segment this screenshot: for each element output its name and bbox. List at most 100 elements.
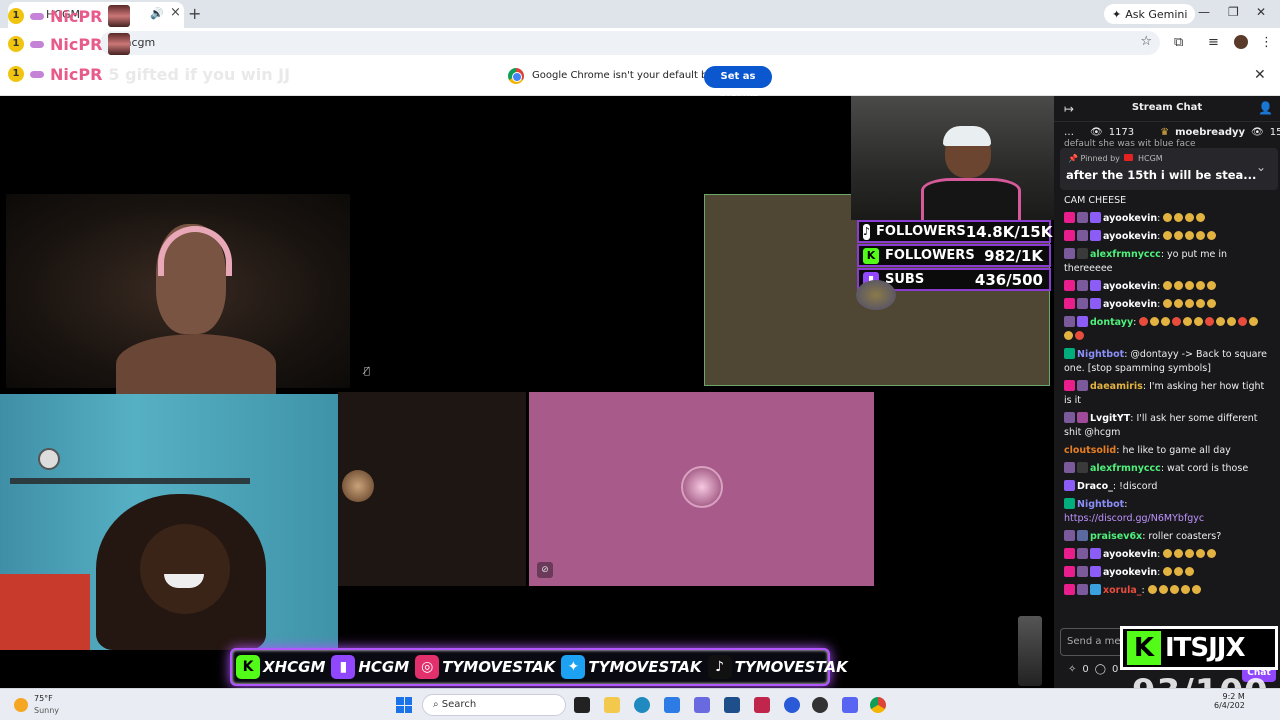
points-value: 0 xyxy=(1111,664,1119,675)
search-icon: ⌕ xyxy=(433,699,439,710)
chat-badge-icon xyxy=(1077,548,1088,559)
points-icon[interactable]: ✧ xyxy=(1068,664,1076,675)
bookmark-star-icon[interactable]: ☆ xyxy=(1140,34,1152,49)
speaker-icon[interactable]: 🔊 xyxy=(150,7,164,20)
edge-icon[interactable] xyxy=(634,697,650,713)
chat-username[interactable]: ayookevin xyxy=(1103,549,1157,560)
chat-username[interactable]: daeamiris xyxy=(1090,381,1143,392)
close-tab-icon[interactable]: × xyxy=(170,5,181,20)
chat-badge-icon xyxy=(1077,212,1088,223)
crown-icon: ♛ xyxy=(1160,126,1170,138)
chat-username[interactable]: ayookevin xyxy=(1103,281,1157,292)
chat-message: ayookevin: xyxy=(1054,296,1280,314)
chat-username[interactable]: Nightbot xyxy=(1077,349,1124,360)
new-tab-button[interactable]: + xyxy=(188,4,201,23)
weather-desc[interactable]: Sunny xyxy=(34,706,59,715)
chat-username[interactable]: ayookevin xyxy=(1103,231,1157,242)
maximize-icon[interactable]: ❐ xyxy=(1228,5,1239,19)
alert-overlay-ghost-2: 1 NicPR xyxy=(8,32,131,56)
file-explorer-icon[interactable] xyxy=(604,697,620,713)
chat-badge-icon xyxy=(1090,548,1101,559)
chat-username[interactable]: Nightbot xyxy=(1077,499,1124,510)
chat-username[interactable]: praisev6x xyxy=(1090,531,1142,542)
taskbar-search[interactable]: ⌕ Search xyxy=(422,694,566,716)
chrome-logo-icon xyxy=(508,68,524,84)
chat-badge-icon xyxy=(1077,462,1088,473)
social-handle: TYMOVESTAK xyxy=(588,658,702,676)
stream-video[interactable]: 🎙̸ ♪ FOLLOWERS 14.8K/15K K FOLLOWERS 982… xyxy=(0,96,1054,688)
extensions-icon[interactable]: ⧉ xyxy=(1174,35,1183,50)
chat-badge-icon xyxy=(1077,530,1088,541)
chat-username[interactable]: ayookevin xyxy=(1103,299,1157,310)
app-icon[interactable] xyxy=(664,697,680,713)
minimize-icon[interactable]: — xyxy=(1198,5,1210,19)
chat-username[interactable]: ayookevin xyxy=(1103,213,1157,224)
circle-icon[interactable]: ◯ xyxy=(1095,664,1106,675)
chat-users-icon[interactable]: 👤 xyxy=(1258,101,1273,115)
windows-start-icon[interactable] xyxy=(396,697,412,713)
chat-badge-icon xyxy=(1077,280,1088,291)
sun-icon[interactable] xyxy=(14,698,28,712)
chat-username[interactable]: xorula_ xyxy=(1103,585,1142,596)
viewer-count: 1173 xyxy=(1108,126,1135,138)
chat-username[interactable]: alexfrmnyccc xyxy=(1090,249,1161,260)
chat-username[interactable]: Draco_ xyxy=(1077,481,1113,492)
task-view-icon[interactable] xyxy=(574,697,590,713)
top-chatter-name[interactable]: moebreadyy xyxy=(1175,127,1245,138)
chat-username[interactable]: ayookevin xyxy=(1103,567,1157,578)
chat-message: Nightbot: @dontayy -> Back to square one… xyxy=(1054,346,1280,378)
chevron-down-icon[interactable]: ⌄ xyxy=(1256,160,1266,174)
set-as-default-button[interactable]: Set as default xyxy=(704,66,772,104)
social-kick: K XHCGM xyxy=(236,655,325,679)
address-bar[interactable]: tv/hcgm ☆ xyxy=(100,31,1160,55)
guest-camera-left xyxy=(6,194,350,394)
stat-row-tiktok: ♪ FOLLOWERS 14.8K/15K xyxy=(857,220,1052,243)
guest-camera-pink: ⊘ xyxy=(529,392,874,586)
discord-icon[interactable] xyxy=(842,697,858,713)
alert-overlay-ghost-1: 1 NicPR xyxy=(8,4,131,28)
pinned-text: after the 15th i will be stea... xyxy=(1066,168,1257,182)
eye-icon: 👁 xyxy=(1251,126,1264,138)
guest-camera-dark xyxy=(338,392,526,586)
socials-banner: K XHCGM ▮ HCGM ◎ TYMOVESTAK ✦ TYMOVESTAK… xyxy=(230,648,848,686)
system-clock[interactable]: 9:2 M 6/4/202 xyxy=(1214,692,1245,710)
more-menu-icon[interactable]: ⋮ xyxy=(1260,35,1273,50)
emote-icon xyxy=(1196,213,1206,222)
pill-icon xyxy=(30,40,44,48)
chat-username[interactable]: alexfrmnyccc xyxy=(1090,463,1161,474)
tiktok-icon: ♪ xyxy=(863,223,871,240)
search-placeholder: Search xyxy=(441,699,477,710)
stat-value: 982/1K xyxy=(984,246,1043,265)
store-icon[interactable] xyxy=(724,697,740,713)
chat-username[interactable]: LvgitYT xyxy=(1090,413,1130,424)
chat-badge-icon xyxy=(1064,498,1075,509)
weather-temp[interactable]: 75°F xyxy=(34,694,53,703)
chat-message: daeamiris: I'm asking her how tight is i… xyxy=(1054,378,1280,410)
emote-icon xyxy=(1150,317,1160,326)
chat-text: wat cord is those xyxy=(1167,463,1249,474)
chrome-icon[interactable] xyxy=(870,697,886,713)
chat-username[interactable]: cloutsolid xyxy=(1064,445,1116,456)
emote-icon xyxy=(1196,299,1206,308)
chat-badge-icon xyxy=(1064,548,1075,559)
media-control-icon[interactable]: ≡ xyxy=(1208,35,1219,50)
ea-icon[interactable] xyxy=(784,697,800,713)
guest-camera-bottom-left xyxy=(0,394,338,650)
wall-clock-icon xyxy=(38,448,60,470)
profile-avatar[interactable] xyxy=(1234,35,1248,49)
app-icon[interactable] xyxy=(754,697,770,713)
app-icon[interactable] xyxy=(812,697,828,713)
chat-badge-icon xyxy=(1077,230,1088,241)
kick-goal-badge: K ITSJJX xyxy=(1120,626,1278,670)
emote-icon xyxy=(1163,549,1173,558)
chat-badge-icon xyxy=(1090,584,1101,595)
app-icon[interactable] xyxy=(694,697,710,713)
chat-username[interactable]: dontayy xyxy=(1090,317,1133,328)
infobar-close-icon[interactable]: ✕ xyxy=(1254,67,1266,83)
chat-badge-icon xyxy=(1064,480,1075,491)
ask-gemini-button[interactable]: ✦ Ask Gemini xyxy=(1104,4,1196,24)
close-window-icon[interactable]: ✕ xyxy=(1256,5,1266,19)
emote-icon xyxy=(1191,585,1201,594)
chat-message: LvgitYT: I'll ask her some different shi… xyxy=(1054,410,1280,442)
pinned-message[interactable]: 📌 Pinned by HCGM after the 15th i will b… xyxy=(1060,148,1278,190)
